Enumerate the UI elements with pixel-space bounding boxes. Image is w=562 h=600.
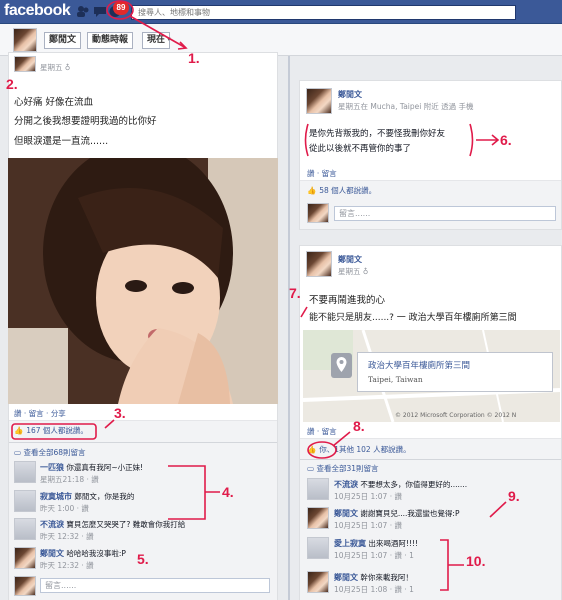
- arrow-mark: [104, 419, 115, 429]
- arrow-mark: [300, 306, 308, 318]
- annotation-3: 3.: [114, 405, 126, 421]
- annotation-5: 5.: [137, 551, 149, 567]
- arrow-mark: [489, 501, 507, 518]
- annotation-overlay: [11, 0, 507, 591]
- annotation-7: 7.: [289, 285, 301, 301]
- bracket-mark: [168, 465, 220, 520]
- annotation-10: 10.: [466, 553, 486, 569]
- annotation-8: 8.: [353, 418, 365, 434]
- annotation-4: 4.: [222, 484, 234, 500]
- circle-mark: [307, 441, 337, 459]
- bracket-mark: [304, 123, 474, 157]
- annotation-2: 2.: [6, 76, 18, 92]
- arrow-mark: [129, 15, 187, 49]
- arrow-mark: [476, 134, 500, 146]
- bracket-mark: [440, 539, 464, 591]
- arrow-mark: [332, 431, 351, 447]
- annotation-1: 1.: [188, 50, 200, 66]
- box-mark: [11, 423, 97, 440]
- annotation-9: 9.: [508, 488, 520, 504]
- circle-mark: [106, 0, 134, 20]
- annotation-6: 6.: [500, 132, 512, 148]
